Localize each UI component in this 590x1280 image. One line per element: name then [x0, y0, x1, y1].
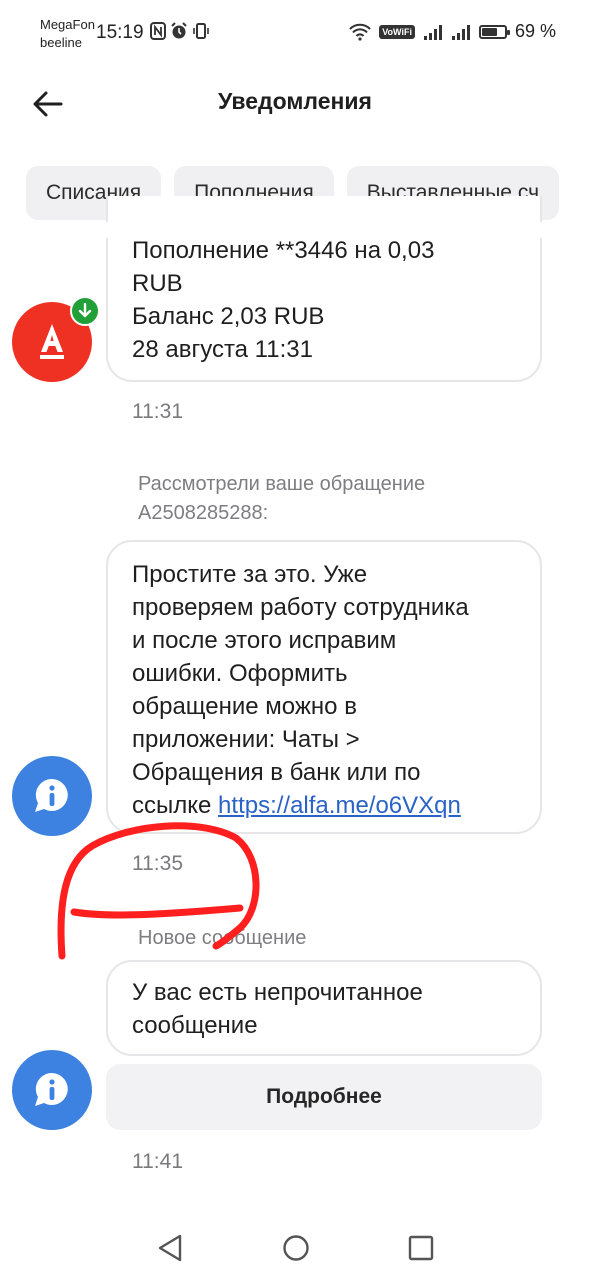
- message-line: проверяем работу сотрудника: [132, 594, 469, 621]
- appeal-link[interactable]: https://alfa.me/o6VXqn: [218, 792, 461, 819]
- message-line: RUB: [132, 270, 183, 297]
- carrier-2: beeline: [40, 35, 82, 50]
- message-line: Простите за это. Уже: [132, 561, 368, 588]
- message-line: обращение можно в: [132, 693, 357, 720]
- details-button[interactable]: Подробнее: [106, 1064, 542, 1130]
- square-recents-icon: [408, 1235, 434, 1261]
- message-line: приложении: Чаты >: [132, 726, 360, 753]
- battery-icon: [478, 24, 510, 39]
- vibrate-icon: [193, 23, 209, 39]
- message-line: Обращения в банк или по: [132, 759, 421, 786]
- triangle-back-icon: [158, 1234, 182, 1262]
- message-bubble-appeal: Простите за это. Уже проверяем работу со…: [106, 540, 542, 834]
- caption-line: А2508285288:: [138, 502, 269, 524]
- message-line: У вас есть непрочитанное: [132, 979, 423, 1006]
- info-avatar: [12, 1050, 92, 1130]
- carrier-1: MegaFon: [40, 17, 95, 32]
- vowifi-badge: VoWiFi: [379, 24, 415, 39]
- caption-line: Рассмотрели ваше обращение: [138, 473, 426, 495]
- message-line: Баланс 2,03 RUB: [132, 303, 325, 330]
- battery-level: [481, 27, 497, 36]
- link-prefix: ссылке: [132, 792, 219, 819]
- circle-home-icon: [283, 1235, 309, 1261]
- message-bubble-unread: У вас есть непрочитанное сообщение: [106, 960, 542, 1056]
- message-time: 11:31: [132, 400, 183, 423]
- alfa-logo-icon: [40, 324, 64, 359]
- message-time: 11:41: [132, 1150, 183, 1173]
- incoming-arrow-badge: [70, 296, 100, 326]
- info-icon: [35, 1072, 68, 1106]
- message-time: 11:35: [132, 852, 183, 875]
- status-icons-left: [150, 22, 210, 40]
- status-time: 15:19: [96, 22, 144, 43]
- message-caption-new: Новое сообщение: [138, 927, 307, 949]
- info-avatar: [12, 756, 92, 836]
- carrier-names: MegaFon beeline: [40, 16, 95, 52]
- nav-home-button[interactable]: [282, 1234, 310, 1267]
- alarm-icon: [171, 22, 187, 39]
- message-line: и после этого исправим: [132, 627, 397, 654]
- message-line: Пополнение **3446 на 0,03: [132, 237, 435, 264]
- message-line: 28 августа 11:31: [132, 336, 313, 363]
- signal-icon-2: [451, 24, 470, 40]
- message-line: ссылке https://alfa.me/o6VXqn: [132, 789, 516, 822]
- arrow-down-icon: [78, 303, 92, 318]
- nfc-icon: [150, 22, 166, 40]
- message-caption-appeal: Рассмотрели ваше обращение А2508285288:: [138, 470, 425, 528]
- nav-recents-button[interactable]: [408, 1235, 434, 1266]
- signal-icon-1: [423, 24, 442, 40]
- nav-back-button[interactable]: [157, 1234, 183, 1267]
- battery-percent: 69 %: [514, 21, 556, 41]
- message-line: сообщение: [132, 1012, 258, 1039]
- message-line: ошибки. Оформить: [132, 660, 348, 687]
- status-icons-right: VoWiFi 69 %: [349, 21, 556, 42]
- page-title: Уведомления: [218, 88, 372, 114]
- list-top-mask: [0, 222, 590, 238]
- info-icon: [35, 778, 68, 812]
- wifi-icon: [349, 23, 371, 41]
- status-bar: MegaFon beeline 15:19 VoWiFi 69 %: [0, 0, 590, 70]
